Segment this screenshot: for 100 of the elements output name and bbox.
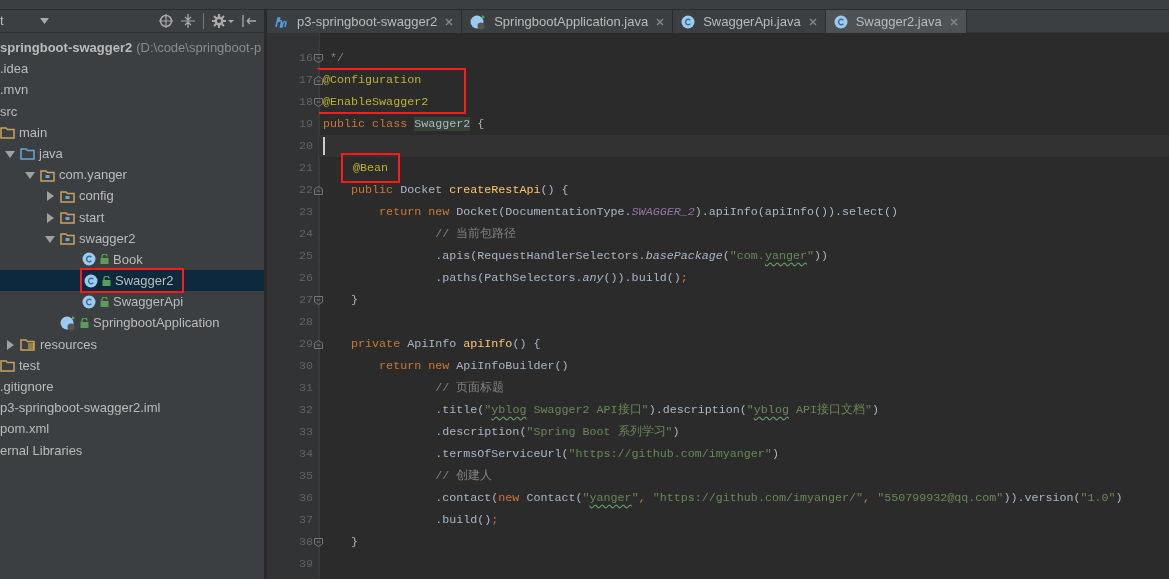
tree-item[interactable]: java xyxy=(39,142,63,164)
target-icon xyxy=(159,14,173,28)
tree-item[interactable]: springboot-swagger2 xyxy=(0,37,133,58)
project-path: (D:\code\springboot-p xyxy=(136,39,262,57)
code-token: "1.0" xyxy=(1080,491,1116,505)
code-token: SWAGGER_2 xyxy=(631,205,695,219)
code-token: yblog xyxy=(753,403,789,417)
code-token: // 页面标题 xyxy=(434,381,505,395)
code-token: "Spring Boot 系列学习" xyxy=(526,425,673,439)
code-token: " xyxy=(631,491,639,505)
code-token: @Configuration xyxy=(323,73,422,87)
code-token: .contact( xyxy=(434,491,499,505)
package-icon xyxy=(60,231,75,246)
class-icon xyxy=(84,273,98,288)
code-token: ApiInfoBuilder() xyxy=(456,359,569,373)
view-selector[interactable]: t xyxy=(0,11,36,31)
lock-icon xyxy=(100,254,109,265)
tree-item[interactable]: pom.xml xyxy=(0,418,50,440)
tree-item[interactable]: .idea xyxy=(0,58,29,80)
class-icon xyxy=(681,14,696,29)
code-token: Docket(DocumentationType. xyxy=(456,205,632,219)
close-icon xyxy=(949,17,958,26)
editor-tab[interactable]: SpringbootApplication.java xyxy=(462,10,674,33)
tree-item[interactable]: SpringbootApplication xyxy=(93,312,220,334)
code-token: .termsOfServiceUrl( xyxy=(434,447,569,461)
tree-item[interactable]: test xyxy=(19,354,40,376)
close-icon xyxy=(445,17,454,26)
class-icon xyxy=(82,252,96,267)
editor-tab[interactable]: Swagger2.java xyxy=(825,10,967,33)
code-token: ) xyxy=(672,425,680,439)
code-token: @EnableSwagger2 xyxy=(323,95,429,109)
tree-item[interactable]: p3-springboot-swagger2.iml xyxy=(0,397,161,419)
close-icon xyxy=(656,17,665,26)
code-token: )) xyxy=(814,249,829,263)
code-token: createRestApi xyxy=(449,183,541,197)
code-token: " xyxy=(582,491,590,505)
tree-item[interactable]: SwaggerApi xyxy=(113,291,184,313)
text-cursor xyxy=(323,136,325,155)
code-token: yblog xyxy=(491,403,527,417)
code-token: } xyxy=(350,535,359,549)
code-token: .apis(RequestHandlerSelectors. xyxy=(434,249,646,263)
code-token: API接口文档" xyxy=(794,403,872,417)
code-token: ; xyxy=(680,271,688,285)
dropdown-caret-icon xyxy=(40,18,49,24)
code-token: ( xyxy=(722,249,730,263)
code-token: } xyxy=(350,293,359,307)
tree-item[interactable]: com.yanger xyxy=(59,164,127,186)
fold-marker-icon xyxy=(314,76,323,85)
code-token: ) xyxy=(1115,491,1123,505)
lock-icon xyxy=(80,317,89,328)
fold-marker-icon xyxy=(314,186,323,195)
folder-icon xyxy=(0,125,15,140)
code-token: "https://github.com/imyanger" xyxy=(568,447,772,461)
code-token: @Bean xyxy=(343,155,399,181)
code-token: ApiInfo xyxy=(407,337,458,351)
tree-item[interactable]: ernal Libraries xyxy=(0,439,83,461)
code-token: ).description( xyxy=(648,403,747,417)
code-token: " xyxy=(807,249,814,263)
code-token: .paths(PathSelectors. xyxy=(434,271,583,285)
code-token: { xyxy=(476,117,485,131)
editor-tab[interactable]: p3-springboot-swagger2 xyxy=(267,10,463,33)
tree-item[interactable]: main xyxy=(19,121,48,143)
package-icon xyxy=(60,188,75,203)
code-token: private xyxy=(350,337,402,351)
code-token: public class xyxy=(323,117,409,131)
editor-tab[interactable]: SwaggerApi.java xyxy=(673,10,826,33)
fold-marker-icon xyxy=(314,54,323,63)
tree-item[interactable]: .mvn xyxy=(0,79,29,101)
fold-marker-icon xyxy=(314,340,323,349)
tree-item[interactable]: Book xyxy=(113,248,143,270)
package-icon xyxy=(60,210,75,224)
code-token: Swagger2 xyxy=(414,117,471,131)
code-token: return new xyxy=(378,205,451,219)
lock-icon xyxy=(102,275,111,286)
code-token: () { xyxy=(512,337,541,351)
code-token: // 当前包路径 xyxy=(434,227,517,241)
collapse-all-icon xyxy=(181,14,195,28)
code-token: ) xyxy=(771,447,779,461)
tree-item[interactable]: swagger2 xyxy=(79,227,136,249)
tree-item[interactable]: src xyxy=(0,100,18,122)
folder-icon xyxy=(0,358,15,373)
code-token: )).version( xyxy=(1003,491,1081,505)
code-token: .description( xyxy=(434,425,527,439)
fold-marker-icon xyxy=(314,98,323,107)
code-token: new xyxy=(498,491,521,505)
code-token: */ xyxy=(329,51,345,65)
class-icon xyxy=(833,14,848,29)
tree-item[interactable]: .gitignore xyxy=(0,376,54,397)
code-token: "550799932@qq.com" xyxy=(877,491,1004,505)
code-token: " xyxy=(484,403,492,417)
tree-item[interactable]: resources xyxy=(40,333,98,355)
tree-item[interactable]: start xyxy=(79,206,105,228)
code-token: " xyxy=(746,403,754,417)
resources-folder-icon xyxy=(20,337,36,352)
code-token: , xyxy=(863,491,872,505)
settings-icon xyxy=(212,14,234,28)
code-token: yanger xyxy=(589,491,632,505)
code-token: Docket xyxy=(400,183,444,197)
tree-item[interactable]: config xyxy=(79,185,114,207)
code-token: Swagger2 API接口" xyxy=(532,403,649,417)
